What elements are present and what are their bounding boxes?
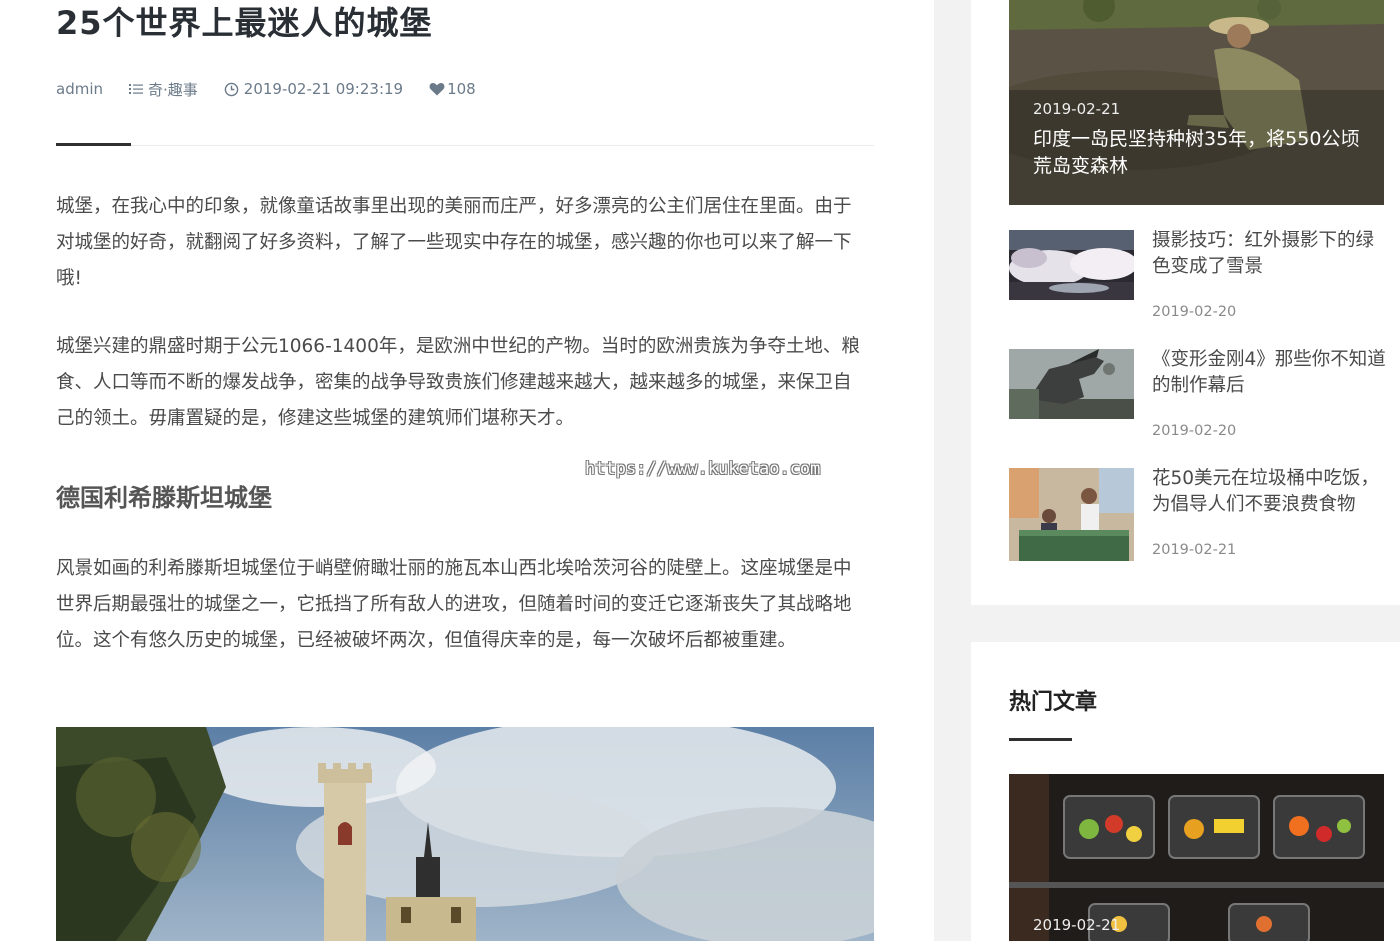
post-date: 2019-02-20 <box>1152 423 1237 439</box>
article-paragraph: 城堡，在我心中的印象，就像童话故事里出现的美丽而庄严，好多漂亮的公主们居住在里面… <box>56 196 852 289</box>
clock-icon <box>224 82 239 97</box>
post-title[interactable]: 花50美元在垃圾桶中吃饭，为倡导人们不要浪费食物 <box>1152 466 1392 518</box>
like-button[interactable]: 108 <box>429 80 476 98</box>
sidebar-post-item[interactable]: 摄影技巧：红外摄影下的绿色变成了雪景 2019-02-20 <box>1009 230 1389 325</box>
list-icon <box>129 83 143 95</box>
meta-divider <box>56 145 874 146</box>
category-name[interactable]: 奇·趣事 <box>148 79 198 100</box>
post-date: 2019-02-20 <box>1152 304 1237 320</box>
article-paragraph: 风景如画的利希滕斯坦城堡位于峭壁俯瞰壮丽的施瓦本山西北埃哈茨河谷的陡壁上。这座城… <box>56 558 852 651</box>
hot-post-card[interactable]: 2019-02-21 <box>1009 774 1384 941</box>
featured-post-date: 2019-02-21 <box>1033 100 1121 118</box>
sidebar-post-item[interactable]: 花50美元在垃圾桶中吃饭，为倡导人们不要浪费食物 2019-02-21 <box>1009 468 1389 563</box>
article-paragraph: 城堡兴建的鼎盛时期于公元1066-1400年，是欧洲中世纪的产物。当时的欧洲贵族… <box>56 336 860 429</box>
article-title: 25个世界上最迷人的城堡 <box>56 4 433 42</box>
hot-post-date: 2019-02-21 <box>1033 916 1121 934</box>
sidebar-hot-panel: 热门文章 2019-02-21 <box>971 642 1400 941</box>
author-name[interactable]: admin <box>56 80 103 98</box>
author-link[interactable]: admin <box>56 80 103 98</box>
post-date: 2019-02-21 <box>1152 542 1237 558</box>
sidebar-post-item[interactable]: 《变形金刚4》那些你不知道的制作幕后 2019-02-20 <box>1009 349 1389 444</box>
post-title[interactable]: 摄影技巧：红外摄影下的绿色变成了雪景 <box>1152 228 1392 280</box>
post-thumbnail[interactable] <box>1009 468 1134 561</box>
like-count: 108 <box>447 80 476 98</box>
section-heading: 德国利希滕斯坦城堡 <box>56 484 272 512</box>
post-title[interactable]: 《变形金刚4》那些你不知道的制作幕后 <box>1152 347 1392 399</box>
article-meta: admin 奇·趣事 2019-02-21 09:23:19 108 <box>56 78 502 100</box>
castle-image <box>56 727 874 941</box>
sidebar-latest-panel: 2019-02-21 印度一岛民坚持种树35年，将550公顷荒岛变森林 摄影技巧… <box>971 0 1400 605</box>
meta-divider-accent <box>56 143 131 146</box>
heart-icon <box>429 82 445 96</box>
article-main: 25个世界上最迷人的城堡 admin 奇·趣事 2019-02-21 09:23… <box>0 0 934 941</box>
hot-heading-accent <box>1009 738 1072 741</box>
post-thumbnail[interactable] <box>1009 230 1134 300</box>
hot-articles-heading: 热门文章 <box>1009 690 1098 715</box>
site-watermark: https://www.kuketao.com <box>585 459 821 479</box>
featured-post-title[interactable]: 印度一岛民坚持种树35年，将550公顷荒岛变森林 <box>1033 126 1363 180</box>
post-datetime: 2019-02-21 09:23:19 <box>224 80 403 98</box>
category-link[interactable]: 奇·趣事 <box>129 79 198 100</box>
post-thumbnail[interactable] <box>1009 349 1134 419</box>
featured-post-card[interactable]: 2019-02-21 印度一岛民坚持种树35年，将550公顷荒岛变森林 <box>1009 0 1384 205</box>
datetime-text: 2019-02-21 09:23:19 <box>243 80 404 98</box>
